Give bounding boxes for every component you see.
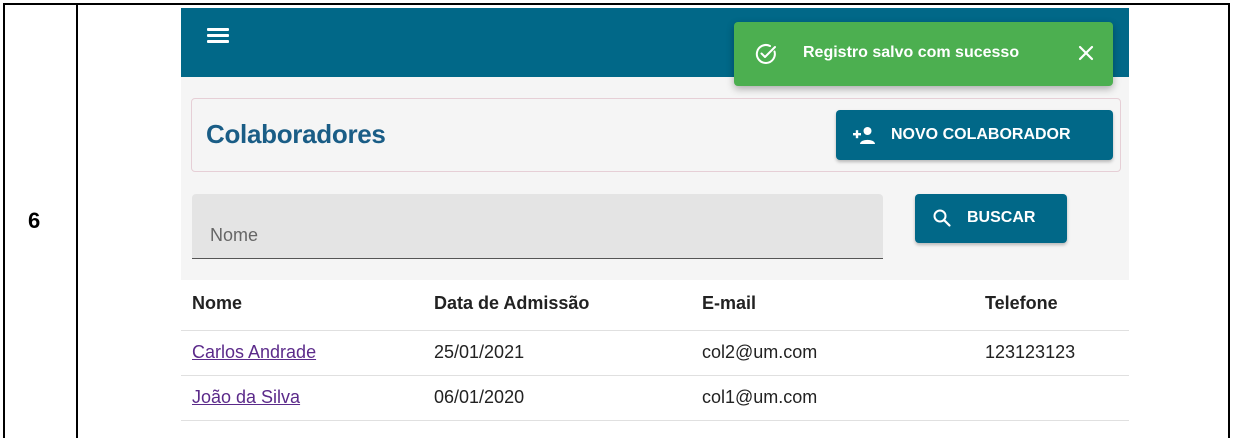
search-icon	[933, 209, 951, 227]
collaborators-table: Nome Data de Admissão E-mail Telefone Ca…	[181, 280, 1129, 438]
search-button[interactable]: BUSCAR	[915, 194, 1067, 243]
table-row: João da Silva 06/01/2020 col1@um.com	[181, 376, 1129, 421]
column-header-telefone[interactable]: Telefone	[985, 293, 1058, 314]
email: col1@um.com	[702, 387, 818, 407]
new-collaborator-button[interactable]: NOVO COLABORADOR	[836, 110, 1113, 160]
add-person-icon	[853, 127, 875, 144]
column-header-nome[interactable]: Nome	[192, 293, 242, 314]
success-toast: Registro salvo com sucesso	[734, 22, 1113, 86]
table-row: Carlos Andrade 25/01/2021 col2@um.com 12…	[181, 331, 1129, 376]
admission-date: 06/01/2020	[434, 387, 525, 407]
column-header-email[interactable]: E-mail	[702, 293, 756, 314]
toast-message: Registro salvo com sucesso	[803, 44, 1020, 61]
phone: 123123123	[985, 342, 1076, 362]
column-header-data-admissao[interactable]: Data de Admissão	[434, 293, 589, 314]
page-header: Colaboradores NOVO COLABORADOR	[191, 98, 1121, 172]
search-button-label: BUSCAR	[967, 209, 1036, 226]
row-number: 6	[28, 208, 41, 233]
name-search-field[interactable]	[192, 194, 883, 259]
column-divider	[76, 3, 78, 438]
email: col2@um.com	[702, 342, 818, 362]
admission-date: 25/01/2021	[434, 342, 525, 362]
check-circle-icon	[755, 44, 776, 64]
table-header-row: Nome Data de Admissão E-mail Telefone	[181, 280, 1129, 331]
page-title: Colaboradores	[206, 119, 386, 149]
collaborator-name-link[interactable]: Carlos Andrade	[192, 342, 316, 363]
menu-icon[interactable]	[207, 28, 229, 44]
app-screenshot: Colaboradores NOVO COLABORADOR BUSCAR No…	[181, 8, 1129, 438]
collaborator-name-link[interactable]: João da Silva	[192, 387, 300, 408]
new-collaborator-label: NOVO COLABORADOR	[891, 126, 1071, 143]
close-icon[interactable]	[1074, 41, 1098, 65]
name-search-input[interactable]	[192, 194, 883, 258]
